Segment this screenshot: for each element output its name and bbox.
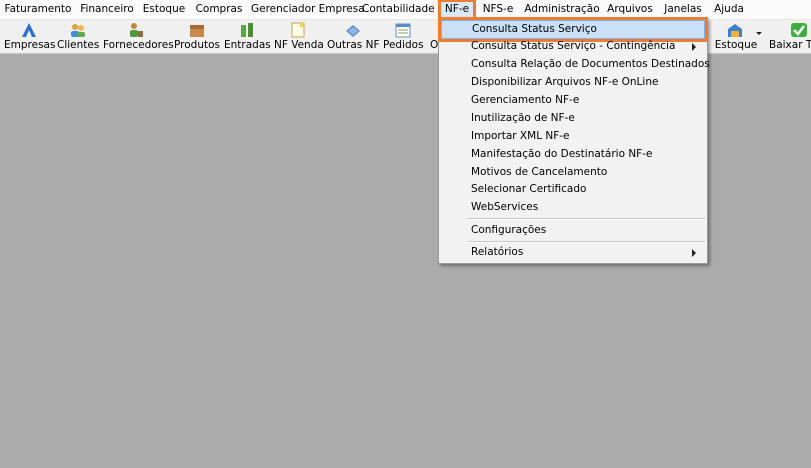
menu-item-relatorios[interactable]: Relatórios — [441, 244, 705, 261]
menu-ajuda[interactable]: Ajuda — [711, 0, 747, 19]
menu-item-label: Consulta Relação de Documentos Destinado… — [471, 58, 710, 70]
dropdown-arrow-icon[interactable] — [756, 32, 762, 35]
submenu-arrow-icon — [692, 43, 696, 51]
baixar-titulos-icon — [791, 23, 807, 37]
estoque-icon — [728, 24, 742, 37]
clientes-icon — [71, 24, 85, 37]
toolbar-button-baixar-titulos[interactable]: Baixar Tít — [766, 20, 811, 53]
toolbar-label: NF Venda — [274, 39, 324, 51]
menu-item-label: Importar XML NF-e — [471, 130, 570, 142]
pedidos-icon — [395, 23, 411, 38]
menu-bar: Faturamento Financeiro Estoque Compras G… — [0, 0, 811, 20]
menu-item-importar-xml[interactable]: Importar XML NF-e — [441, 128, 705, 145]
toolbar-button-produtos[interactable]: Produtos — [174, 20, 220, 53]
outras-nf-icon — [346, 25, 360, 37]
menu-item-configuracoes[interactable]: Configurações — [441, 222, 705, 239]
toolbar-label: Clientes — [57, 39, 100, 51]
menu-item-label: Gerenciamento NF-e — [471, 94, 580, 106]
toolbar-label: Entradas — [224, 39, 271, 51]
menu-financeiro[interactable]: Financeiro — [78, 0, 136, 19]
menu-item-consulta-status-servico[interactable]: Consulta Status Serviço — [438, 17, 708, 42]
menu-item-disponibilizar-arquivos[interactable]: Disponibilizar Arquivos NF-e OnLine — [441, 74, 705, 91]
menu-faturamento[interactable]: Faturamento — [3, 0, 73, 19]
menu-item-label: Manifestação do Destinatário NF-e — [471, 148, 653, 160]
toolbar-label: Baixar Tít — [769, 39, 811, 51]
toolbar-button-entradas[interactable]: Entradas — [224, 20, 271, 53]
menu-item-label: WebServices — [471, 201, 539, 213]
menu-item-label: Selecionar Certificado — [471, 183, 587, 195]
toolbar-label: Produtos — [174, 39, 220, 51]
menu-administracao[interactable]: Administração — [523, 0, 601, 19]
menu-item-label: Disponibilizar Arquivos NF-e OnLine — [471, 76, 659, 88]
toolbar-button-fornecedores[interactable]: Fornecedores — [103, 20, 174, 53]
fornecedores-icon — [130, 23, 143, 37]
toolbar-label: Empresas — [4, 39, 56, 51]
toolbar-button-clientes[interactable]: Clientes — [57, 20, 99, 53]
toolbar-label: Pedidos — [383, 39, 424, 51]
menu-item-label: Inutilização de NF-e — [471, 112, 575, 124]
menu-separator — [467, 218, 705, 220]
toolbar-button-empresas[interactable]: Empresas — [4, 20, 56, 53]
menu-item-label: Consulta Status Serviço — [472, 23, 597, 35]
menu-contabilidade[interactable]: Contabilidade — [362, 0, 435, 19]
menu-item-gerenciamento-nfe[interactable]: Gerenciamento NF-e — [441, 92, 705, 109]
menu-arquivos[interactable]: Arquivos — [605, 0, 655, 19]
menu-item-selecionar-certificado[interactable]: Selecionar Certificado — [441, 181, 705, 198]
menu-gerenciador-empresa[interactable]: Gerenciador Empresa — [251, 0, 365, 19]
menu-estoque[interactable]: Estoque — [140, 0, 188, 19]
nfe-dropdown-menu: Consulta Status Serviço Consulta Status … — [438, 17, 710, 264]
menu-item-webservices[interactable]: WebServices — [441, 199, 705, 216]
menu-janelas[interactable]: Janelas — [661, 0, 705, 19]
toolbar-button-outras-nf[interactable]: Outras NF — [327, 20, 380, 53]
toolbar-label: Estoque — [714, 39, 758, 51]
menu-item-inutilizacao-nfe[interactable]: Inutilização de NF-e — [441, 110, 705, 127]
menu-item-manifestacao-destinatario[interactable]: Manifestação do Destinatário NF-e — [441, 146, 705, 163]
menu-separator — [467, 241, 705, 243]
toolbar-label: Outras NF — [327, 39, 380, 51]
toolbar-button-nf-venda[interactable]: NF Venda — [274, 20, 324, 53]
menu-nfe[interactable]: NF-e — [438, 0, 476, 20]
toolbar-button-estoque[interactable]: Estoque — [712, 20, 762, 53]
menu-compras[interactable]: Compras — [194, 0, 244, 19]
menu-item-motivos-cancelamento[interactable]: Motivos de Cancelamento — [441, 164, 705, 181]
menu-nfse[interactable]: NFS-e — [481, 0, 515, 19]
menu-item-consulta-status-contingencia[interactable]: Consulta Status Serviço - Contingência — [441, 38, 705, 55]
empresas-icon — [22, 23, 36, 37]
toolbar-button-pedidos[interactable]: Pedidos — [383, 20, 424, 53]
menu-item-label: Configurações — [471, 224, 547, 236]
menu-item-consulta-documentos-destinados[interactable]: Consulta Relação de Documentos Destinado… — [441, 56, 710, 73]
menu-item-label: Consulta Status Serviço - Contingência — [471, 40, 676, 52]
submenu-arrow-icon — [692, 249, 696, 257]
menu-item-label: Relatórios — [471, 246, 524, 258]
entradas-icon — [241, 23, 253, 37]
produtos-icon — [190, 25, 204, 37]
toolbar-label: Fornecedores — [103, 39, 174, 51]
menu-item-label: Motivos de Cancelamento — [471, 166, 608, 178]
nf-venda-icon — [291, 22, 305, 38]
